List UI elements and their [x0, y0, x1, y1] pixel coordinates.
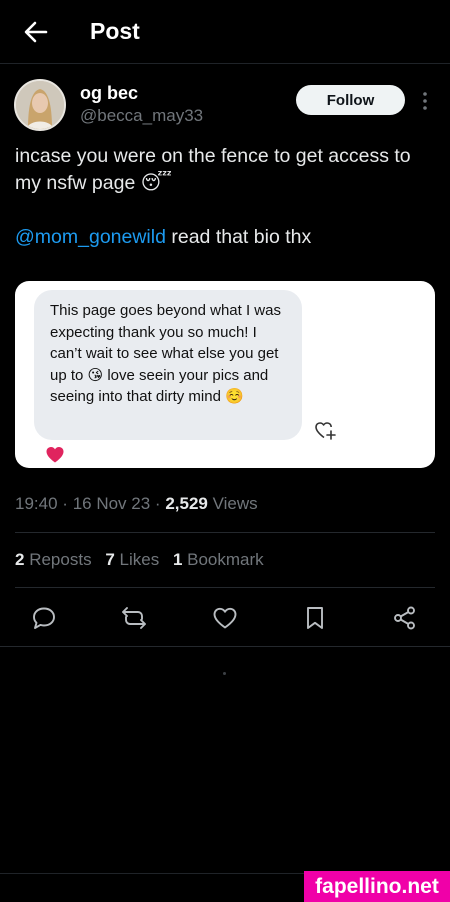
share-icon[interactable] — [391, 604, 419, 632]
views-count: 2,529 — [165, 494, 208, 513]
back-arrow-icon[interactable] — [22, 18, 50, 46]
divider — [15, 532, 435, 533]
display-name[interactable]: og bec — [80, 83, 138, 104]
bookmarks-count: 1 — [172, 550, 183, 569]
reposts-count: 2 — [15, 550, 25, 569]
bookmarks-label: Bookmark — [187, 550, 264, 569]
like-icon[interactable] — [211, 604, 239, 632]
bookmarks-stat[interactable]: 1 Bookmark — [173, 550, 264, 569]
reposts-stat[interactable]: 2 Reposts — [15, 550, 92, 569]
views-label: Views — [212, 494, 258, 513]
post-text-line-2: @mom_gonewild read that bio thx — [15, 224, 435, 251]
likes-label: Likes — [119, 550, 160, 569]
post-text-line-2-rest: read that bio thx — [165, 226, 312, 248]
more-options-icon[interactable] — [418, 90, 432, 112]
post-date: 16 Nov 23 — [72, 494, 151, 513]
top-bar: Post — [0, 0, 450, 64]
message-bubble: This page goes beyond what I was expecti… — [34, 290, 302, 440]
divider — [15, 587, 435, 588]
engagement-stats: 2 Reposts 7 Likes 1 Bookmark — [15, 550, 273, 570]
author-row: og bec @becca_may33 Follow — [0, 72, 450, 142]
user-handle[interactable]: @becca_may33 — [80, 106, 203, 126]
loading-dot — [223, 672, 226, 675]
likes-stat[interactable]: 7 Likes — [105, 550, 159, 569]
action-bar — [0, 600, 450, 636]
reply-icon[interactable] — [30, 604, 58, 632]
avatar[interactable] — [14, 79, 66, 131]
reposts-label: Reposts — [29, 550, 92, 569]
post-metadata: 19:40 · 16 Nov 23 · 2,529 Views — [15, 494, 258, 514]
mention-link[interactable]: @mom_gonewild — [15, 226, 166, 248]
meta-separator: · — [154, 494, 161, 513]
post-text-line-1: incase you were on the fence to get acce… — [15, 145, 411, 194]
attached-image[interactable]: This page goes beyond what I was expecti… — [15, 281, 435, 468]
post-text: incase you were on the fence to get acce… — [15, 143, 435, 251]
bookmark-icon[interactable] — [301, 604, 329, 632]
meta-separator: · — [62, 494, 68, 513]
divider — [0, 873, 304, 874]
watermark: fapellino.net — [304, 871, 450, 902]
add-reaction-icon[interactable] — [313, 418, 337, 442]
heart-reaction-icon — [45, 445, 65, 465]
likes-count: 7 — [105, 550, 115, 569]
follow-button[interactable]: Follow — [296, 85, 405, 115]
post-time: 19:40 — [15, 494, 58, 513]
repost-icon[interactable] — [120, 604, 148, 632]
page-title: Post — [90, 18, 140, 44]
divider — [0, 646, 450, 647]
